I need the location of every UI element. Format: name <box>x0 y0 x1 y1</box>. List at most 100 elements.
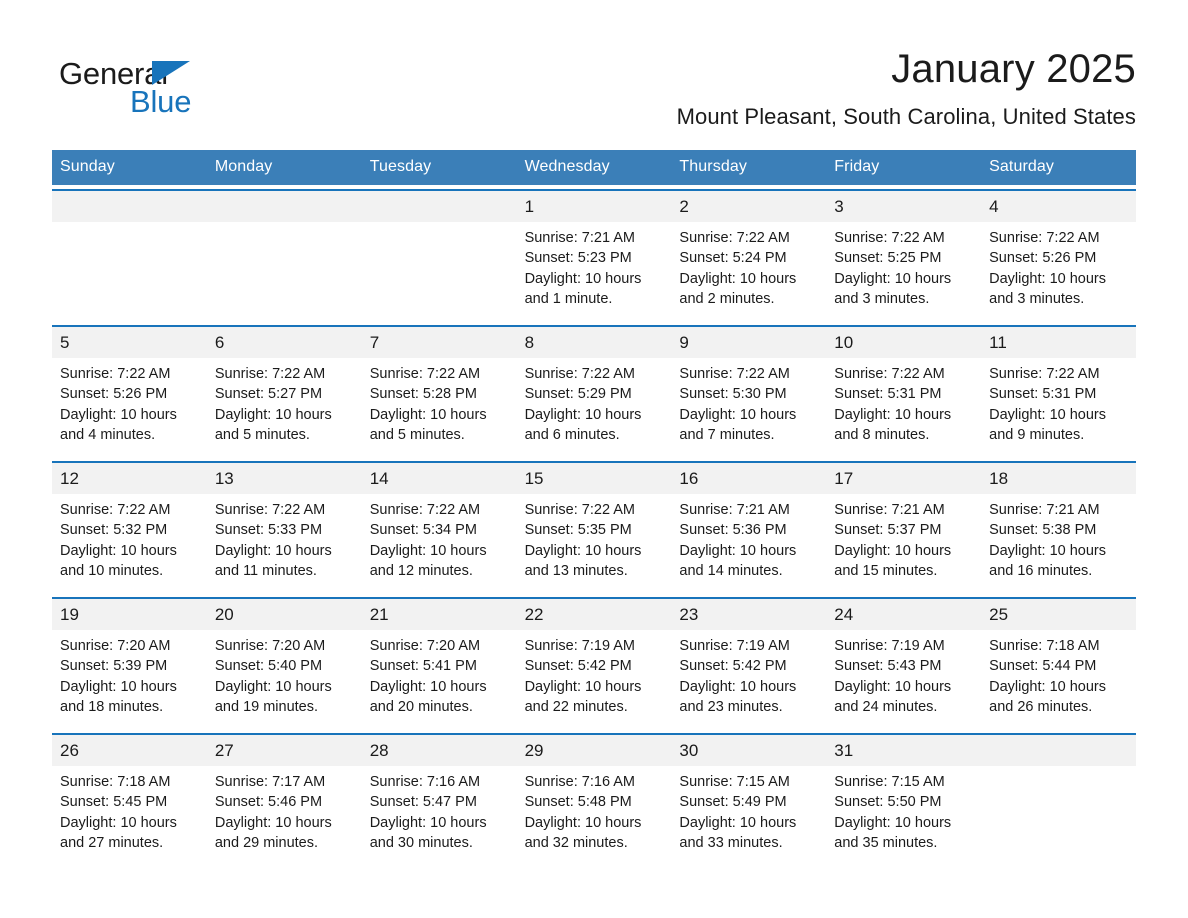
sun-info: Sunrise: 7:19 AM Sunset: 5:42 PM Dayligh… <box>679 638 797 715</box>
calendar-day-cell[interactable]: 14 Sunrise: 7:22 AM Sunset: 5:34 PM Dayli… <box>361 463 517 591</box>
calendar-day-cell[interactable]: 7 Sunrise: 7:22 AM Sunset: 5:28 PM Daylig… <box>361 327 517 455</box>
day-number: 17 <box>826 463 982 494</box>
day-number: 3 <box>826 191 982 222</box>
calendar-day-cell[interactable]: 27 Sunrise: 7:17 AM Sunset: 5:46 PM Dayli… <box>206 735 362 863</box>
page-title: January 2025 <box>891 47 1136 91</box>
day-number: 12 <box>52 463 207 494</box>
general-blue-logo[interactable]: General Blue <box>52 44 252 119</box>
day-number: 19 <box>52 599 207 630</box>
sun-info: Sunrise: 7:17 AM Sunset: 5:46 PM Dayligh… <box>214 774 332 851</box>
sun-info: Sunrise: 7:22 AM Sunset: 5:32 PM Dayligh… <box>60 502 177 579</box>
sun-info: Sunrise: 7:18 AM Sunset: 5:44 PM Dayligh… <box>989 638 1107 715</box>
calendar-week-row: 5 Sunrise: 7:22 AM Sunset: 5:26 PM Daylig… <box>52 325 1136 455</box>
sun-info: Sunrise: 7:15 AM Sunset: 5:49 PM Dayligh… <box>679 774 797 851</box>
sun-info: Sunrise: 7:16 AM Sunset: 5:48 PM Dayligh… <box>524 774 642 851</box>
calendar-page: General Blue January 2025 Mount Pleasant… <box>0 0 1188 918</box>
calendar-table: Sunday Monday Tuesday Wednesday Thursday… <box>52 150 1136 863</box>
calendar-day-cell[interactable]: 20 Sunrise: 7:20 AM Sunset: 5:40 PM Dayli… <box>206 599 362 727</box>
sun-info: Sunrise: 7:22 AM Sunset: 5:26 PM Dayligh… <box>989 230 1107 307</box>
sun-info: Sunrise: 7:22 AM Sunset: 5:33 PM Dayligh… <box>214 502 332 579</box>
calendar-day-cell[interactable]: 25 Sunrise: 7:18 AM Sunset: 5:44 PM Dayli… <box>981 599 1136 727</box>
calendar-day-cell[interactable]: 4 Sunrise: 7:22 AM Sunset: 5:26 PM Daylig… <box>981 191 1136 319</box>
weekday-header-saturday: Saturday <box>989 158 1054 175</box>
calendar-week-row: 12 Sunrise: 7:22 AM Sunset: 5:32 PM Dayli… <box>52 461 1136 591</box>
sun-info: Sunrise: 7:21 AM Sunset: 5:37 PM Dayligh… <box>834 502 952 579</box>
title-block: January 2025 Mount Pleasant, South Carol… <box>252 44 1136 132</box>
sun-info: Sunrise: 7:22 AM Sunset: 5:31 PM Dayligh… <box>989 366 1107 443</box>
sun-info: Sunrise: 7:22 AM Sunset: 5:34 PM Dayligh… <box>369 502 487 579</box>
day-number: 21 <box>361 599 517 630</box>
calendar-day-cell[interactable]: 29 Sunrise: 7:16 AM Sunset: 5:48 PM Dayli… <box>516 735 672 863</box>
sun-info: Sunrise: 7:22 AM Sunset: 5:31 PM Dayligh… <box>834 366 952 443</box>
calendar-day-cell[interactable]: 6 Sunrise: 7:22 AM Sunset: 5:27 PM Daylig… <box>206 327 362 455</box>
weekday-header-wednesday: Wednesday <box>524 158 610 175</box>
calendar-day-cell-empty <box>981 735 1136 863</box>
calendar-day-cell[interactable]: 15 Sunrise: 7:22 AM Sunset: 5:35 PM Dayli… <box>516 463 672 591</box>
day-number: 25 <box>981 599 1136 630</box>
day-number: 5 <box>52 327 207 358</box>
calendar-day-cell[interactable]: 13 Sunrise: 7:22 AM Sunset: 5:33 PM Dayli… <box>206 463 362 591</box>
calendar-day-cell[interactable]: 26 Sunrise: 7:18 AM Sunset: 5:45 PM Dayli… <box>52 735 207 863</box>
day-number: 28 <box>361 735 517 766</box>
sun-info: Sunrise: 7:20 AM Sunset: 5:41 PM Dayligh… <box>369 638 487 715</box>
calendar-week-row: 1 Sunrise: 7:21 AM Sunset: 5:23 PM Daylig… <box>52 189 1136 319</box>
weekday-header-friday: Friday <box>834 158 880 175</box>
day-number: 24 <box>826 599 982 630</box>
calendar-day-cell[interactable]: 18 Sunrise: 7:21 AM Sunset: 5:38 PM Dayli… <box>981 463 1136 591</box>
page-header: General Blue January 2025 Mount Pleasant… <box>52 0 1136 129</box>
day-number: 10 <box>826 327 982 358</box>
sun-info: Sunrise: 7:22 AM Sunset: 5:25 PM Dayligh… <box>834 230 952 307</box>
calendar-day-cell[interactable]: 12 Sunrise: 7:22 AM Sunset: 5:32 PM Dayli… <box>52 463 207 591</box>
calendar-day-cell[interactable]: 21 Sunrise: 7:20 AM Sunset: 5:41 PM Dayli… <box>361 599 517 727</box>
sun-info: Sunrise: 7:22 AM Sunset: 5:28 PM Dayligh… <box>369 366 487 443</box>
sun-info: Sunrise: 7:15 AM Sunset: 5:50 PM Dayligh… <box>834 774 952 851</box>
calendar-day-cell[interactable]: 30 Sunrise: 7:15 AM Sunset: 5:49 PM Dayli… <box>671 735 827 863</box>
day-number: 6 <box>206 327 362 358</box>
day-number: 23 <box>671 599 827 630</box>
calendar-day-cell[interactable]: 19 Sunrise: 7:20 AM Sunset: 5:39 PM Dayli… <box>52 599 207 727</box>
sun-info: Sunrise: 7:19 AM Sunset: 5:43 PM Dayligh… <box>834 638 952 715</box>
day-number: 16 <box>671 463 827 494</box>
day-number: 1 <box>516 191 672 222</box>
calendar-day-cell[interactable]: 10 Sunrise: 7:22 AM Sunset: 5:31 PM Dayli… <box>826 327 982 455</box>
location-subtitle: Mount Pleasant, South Carolina, United S… <box>676 104 1136 129</box>
calendar-day-cell[interactable]: 2 Sunrise: 7:22 AM Sunset: 5:24 PM Daylig… <box>671 191 827 319</box>
calendar-day-cell[interactable]: 31 Sunrise: 7:15 AM Sunset: 5:50 PM Dayli… <box>826 735 982 863</box>
calendar-day-cell[interactable]: 17 Sunrise: 7:21 AM Sunset: 5:37 PM Dayli… <box>826 463 982 591</box>
weekday-header-monday: Monday <box>214 158 273 175</box>
calendar-day-cell[interactable]: 23 Sunrise: 7:19 AM Sunset: 5:42 PM Dayli… <box>671 599 827 727</box>
day-number <box>52 191 207 222</box>
sun-info: Sunrise: 7:22 AM Sunset: 5:26 PM Dayligh… <box>60 366 177 443</box>
weekday-header-row: Sunday Monday Tuesday Wednesday Thursday… <box>52 150 1136 185</box>
day-number: 26 <box>52 735 207 766</box>
day-number: 15 <box>516 463 672 494</box>
day-number: 7 <box>361 327 517 358</box>
sun-info: Sunrise: 7:20 AM Sunset: 5:39 PM Dayligh… <box>60 638 177 715</box>
calendar-day-cell-empty <box>206 191 362 319</box>
sun-info: Sunrise: 7:18 AM Sunset: 5:45 PM Dayligh… <box>60 774 177 851</box>
day-number <box>981 735 1136 766</box>
day-number: 27 <box>206 735 362 766</box>
sun-info: Sunrise: 7:21 AM Sunset: 5:38 PM Dayligh… <box>989 502 1107 579</box>
sun-info: Sunrise: 7:20 AM Sunset: 5:40 PM Dayligh… <box>214 638 332 715</box>
calendar-day-cell[interactable]: 5 Sunrise: 7:22 AM Sunset: 5:26 PM Daylig… <box>52 327 207 455</box>
calendar-day-cell-empty <box>52 191 207 319</box>
sun-info: Sunrise: 7:21 AM Sunset: 5:36 PM Dayligh… <box>679 502 797 579</box>
calendar-day-cell[interactable]: 3 Sunrise: 7:22 AM Sunset: 5:25 PM Daylig… <box>826 191 982 319</box>
calendar-day-cell[interactable]: 24 Sunrise: 7:19 AM Sunset: 5:43 PM Dayli… <box>826 599 982 727</box>
sun-info: Sunrise: 7:19 AM Sunset: 5:42 PM Dayligh… <box>524 638 642 715</box>
calendar-day-cell[interactable]: 1 Sunrise: 7:21 AM Sunset: 5:23 PM Daylig… <box>516 191 672 319</box>
day-number: 9 <box>671 327 827 358</box>
day-number: 20 <box>206 599 362 630</box>
logo-text-blue: Blue <box>130 84 192 119</box>
sun-info: Sunrise: 7:22 AM Sunset: 5:27 PM Dayligh… <box>214 366 332 443</box>
calendar-day-cell[interactable]: 11 Sunrise: 7:22 AM Sunset: 5:31 PM Dayli… <box>981 327 1136 455</box>
calendar-day-cell[interactable]: 16 Sunrise: 7:21 AM Sunset: 5:36 PM Dayli… <box>671 463 827 591</box>
day-number: 2 <box>671 191 827 222</box>
day-number: 11 <box>981 327 1136 358</box>
calendar-day-cell[interactable]: 28 Sunrise: 7:16 AM Sunset: 5:47 PM Dayli… <box>361 735 517 863</box>
day-number: 8 <box>516 327 672 358</box>
calendar-day-cell[interactable]: 8 Sunrise: 7:22 AM Sunset: 5:29 PM Daylig… <box>516 327 672 455</box>
calendar-day-cell[interactable]: 22 Sunrise: 7:19 AM Sunset: 5:42 PM Dayli… <box>516 599 672 727</box>
calendar-day-cell[interactable]: 9 Sunrise: 7:22 AM Sunset: 5:30 PM Daylig… <box>671 327 827 455</box>
